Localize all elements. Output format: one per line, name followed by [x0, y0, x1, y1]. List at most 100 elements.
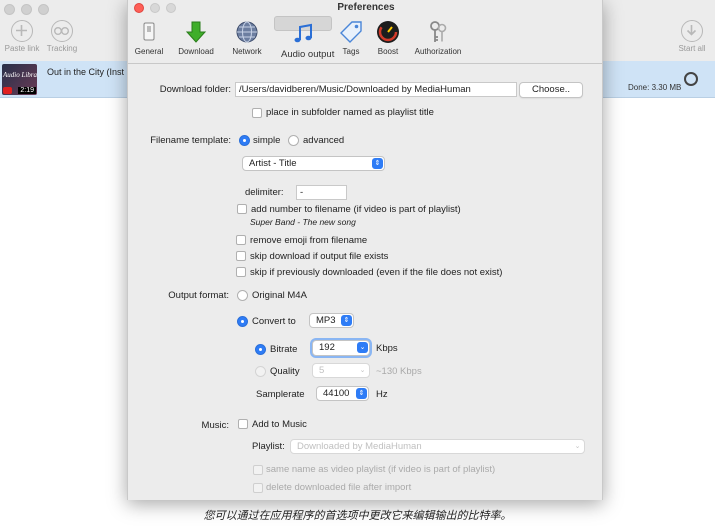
quality-unit: ~130 Kbps [376, 366, 422, 377]
template-select[interactable]: Artist - Title ⇕ [242, 156, 385, 171]
background-window-controls [4, 4, 49, 15]
tab-authorization-label: Authorization [414, 47, 462, 56]
delimiter-label: delimiter: [245, 187, 284, 198]
bitrate-radio[interactable] [255, 344, 266, 355]
bitrate-unit: Kbps [376, 343, 398, 354]
delete-after-checkbox[interactable] [253, 483, 263, 493]
globe-icon [235, 20, 259, 44]
original-m4a-label: Original M4A [252, 290, 307, 301]
advanced-radio[interactable] [288, 135, 299, 146]
chevron-down-icon: ⌄ [357, 342, 368, 353]
bg-minimize-button[interactable] [21, 4, 32, 15]
samplerate-unit: Hz [376, 389, 388, 400]
filename-example: Super Band - The new song [250, 217, 356, 227]
chevron-down-icon: ⌄ [574, 443, 581, 450]
tab-boost-label: Boost [377, 47, 399, 56]
bg-zoom-button[interactable] [38, 4, 49, 15]
add-number-label: add number to filename (if video is part… [251, 204, 461, 215]
format-select[interactable]: MP3 ⇕ [309, 313, 354, 328]
tab-general[interactable]: General [130, 16, 168, 63]
download-folder-path[interactable]: /Users/davidberen/Music/Downloaded by Me… [235, 82, 517, 97]
tab-audio-output[interactable]: Audio output [274, 16, 334, 60]
original-m4a-radio[interactable] [237, 290, 248, 301]
skip-previous-checkbox[interactable] [236, 267, 246, 277]
start-all-label: Start all [678, 44, 706, 53]
binoculars-icon [51, 20, 73, 42]
tab-download[interactable]: Download [174, 16, 218, 63]
skip-previous-label: skip if previously downloaded (even if t… [250, 267, 503, 278]
music-label: Music: [201, 420, 229, 431]
remove-emoji-checkbox[interactable] [236, 235, 246, 245]
choose-folder-button[interactable]: Choose.. [519, 82, 583, 98]
keys-icon [426, 20, 450, 44]
simple-radio[interactable] [239, 135, 250, 146]
subfolder-label: place in subfolder named as playlist tit… [266, 107, 434, 118]
thumbnail-text: Audio Library [3, 71, 37, 79]
format-select-value: MP3 [316, 315, 336, 326]
youtube-icon [3, 87, 12, 94]
download-status: Done: 3.30 MB [628, 83, 682, 92]
bitrate-label: Bitrate [270, 344, 298, 355]
tab-network-label: Network [232, 47, 262, 56]
tab-general-label: General [134, 47, 164, 56]
samplerate-label: Samplerate [256, 389, 305, 400]
preferences-toolbar: General Download Network Audio output Ta… [128, 16, 602, 64]
switch-icon [137, 20, 161, 44]
delete-after-label: delete downloaded file after import [266, 482, 412, 493]
playlist-value: Downloaded by MediaHuman [297, 441, 422, 452]
chevron-updown-icon: ⇕ [372, 158, 383, 169]
delimiter-input[interactable]: - [296, 185, 347, 200]
caption-text: 您可以通过在应用程序的首选项中更改它来编辑输出的比特率。 [203, 510, 512, 522]
download-folder-label: Download folder: [159, 84, 231, 95]
chevron-down-icon: ⌄ [359, 367, 366, 374]
convert-to-label: Convert to [252, 316, 296, 327]
plus-icon [11, 20, 33, 42]
samplerate-select[interactable]: 44100 ⇕ [316, 386, 369, 401]
skip-existing-checkbox[interactable] [236, 251, 246, 261]
music-note-icon [291, 22, 315, 46]
preferences-window: Preferences General Download Network Aud… [127, 0, 603, 500]
chevron-updown-icon: ⇕ [341, 315, 352, 326]
chevron-updown-icon: ⇕ [356, 388, 367, 399]
simple-label: simple [253, 135, 281, 146]
bitrate-combo[interactable]: 192 ⌄ [312, 340, 370, 356]
tab-audio-output-label: Audio output [281, 49, 335, 60]
tag-icon [339, 20, 363, 44]
add-number-checkbox[interactable] [237, 204, 247, 214]
add-to-music-checkbox[interactable] [238, 419, 248, 429]
bg-close-button[interactable] [4, 4, 15, 15]
filename-template-label: Filename template: [150, 135, 231, 146]
remove-emoji-label: remove emoji from filename [250, 235, 368, 246]
tab-network[interactable]: Network [226, 16, 268, 63]
quality-radio[interactable] [255, 366, 266, 377]
bitrate-value: 192 [319, 342, 335, 353]
subfolder-checkbox[interactable] [252, 108, 262, 118]
output-format-label: Output format: [168, 290, 229, 301]
tracking-button[interactable]: Tracking [40, 20, 84, 53]
tab-authorization[interactable]: Authorization [410, 16, 466, 63]
track-title: Out in the City (Inst [47, 67, 125, 77]
video-thumbnail: Audio Library 2:19 [2, 64, 37, 95]
quality-combo[interactable]: 5 ⌄ [312, 363, 370, 378]
tab-tags[interactable]: Tags [336, 16, 366, 63]
paste-link-button[interactable]: Paste link [0, 20, 44, 53]
speedometer-icon [376, 20, 400, 44]
playlist-combo[interactable]: Downloaded by MediaHuman ⌄ [290, 439, 585, 454]
search-icon[interactable] [684, 72, 698, 86]
start-all-button[interactable]: Start all [670, 20, 714, 53]
window-title: Preferences [337, 2, 395, 13]
tab-boost[interactable]: Boost [372, 16, 404, 63]
same-name-label: same name as video playlist (if video is… [266, 464, 496, 475]
tracking-label: Tracking [46, 44, 78, 53]
convert-to-radio[interactable] [237, 316, 248, 327]
add-to-music-label: Add to Music [252, 419, 307, 430]
paste-link-label: Paste link [4, 44, 40, 53]
skip-existing-label: skip download if output file exists [250, 251, 389, 262]
title-bar: Preferences [128, 0, 602, 16]
audio-output-panel: Download folder: /Users/davidberen/Music… [128, 65, 602, 500]
samplerate-value: 44100 [323, 388, 350, 399]
download-arrow-icon [184, 20, 208, 44]
download-circle-icon [681, 20, 703, 42]
same-name-checkbox[interactable] [253, 465, 263, 475]
tab-tags-label: Tags [342, 47, 360, 56]
